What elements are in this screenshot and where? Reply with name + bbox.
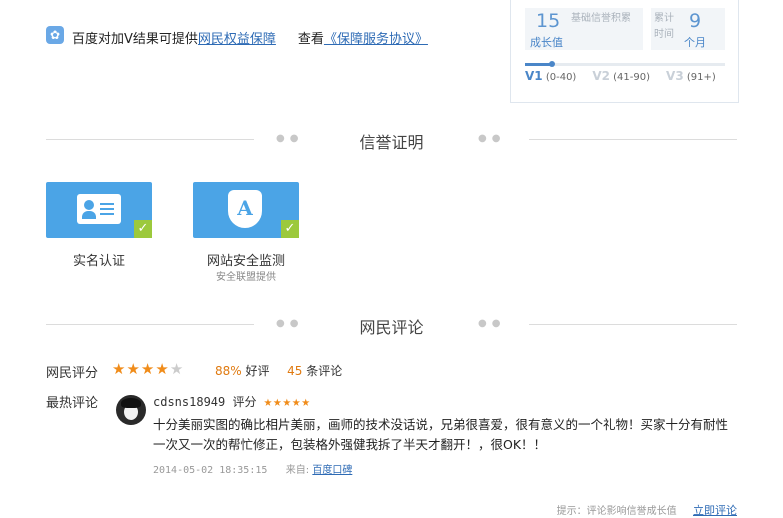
check-icon: ✓ — [134, 220, 152, 238]
growth-value-cell: 15 成长值 基础信誉积累 — [525, 8, 643, 50]
growth-progress-fill — [525, 63, 551, 66]
reviewer-name[interactable]: cdsns18949 — [153, 395, 225, 409]
source-link[interactable]: 百度口碑 — [312, 465, 352, 476]
credit-section-header: ●● 信誉证明 ●● — [46, 129, 737, 152]
growth-desc: 基础信誉积累 — [571, 13, 631, 24]
growth-value-label: 成长值 — [530, 36, 563, 49]
star-icon: ★ — [126, 360, 141, 378]
duration-label: 累计时间 — [654, 13, 674, 40]
growth-value: 15 — [536, 10, 561, 32]
id-card-icon — [77, 194, 121, 224]
star-icon: ★ — [140, 360, 156, 378]
level-range: (41-90) — [613, 72, 651, 83]
growth-panel: 15 成长值 基础信誉积累 累计时间 9 个月 V1 (0-40) V2 (41-… — [510, 0, 739, 103]
star-icon: ★ — [155, 360, 170, 378]
growth-progress-knob — [549, 61, 555, 67]
reviewer-line: cdsns18949 评分 ★★★★★ — [153, 393, 311, 410]
good-rate-label: 好评 — [245, 364, 270, 378]
review-meta: 2014-05-02 18:35:15 来自: 百度口碑 — [153, 461, 352, 476]
good-rate: 88% — [215, 364, 242, 378]
level-v2: V2 (41-90) — [592, 69, 650, 83]
user-rights-link[interactable]: 网民权益保障 — [198, 32, 276, 47]
dots-icon: ●● — [478, 133, 506, 144]
score-label: 评分 — [232, 395, 257, 409]
duration-cell: 累计时间 9 个月 — [651, 8, 725, 50]
id-card-head — [84, 200, 94, 210]
avatar-hair — [121, 398, 141, 408]
half-star-icon: ★ — [169, 360, 185, 378]
review-stars: ★★★★★ — [263, 394, 311, 410]
review-time: 2014-05-02 18:35:15 — [153, 465, 268, 476]
guarantee-notice: 百度对加V结果可提供网民权益保障 查看《保障服务协议》 — [72, 28, 428, 47]
view-label: 查看 — [297, 32, 324, 47]
growth-progress-bar — [525, 61, 725, 67]
level-range: (0-40) — [545, 72, 577, 83]
v2-badge-icon: V2 — [592, 69, 610, 83]
realname-cert-card[interactable]: ✓ — [46, 182, 152, 238]
divider-right — [529, 139, 737, 140]
review-count: 45 — [287, 364, 303, 378]
security-monitor-card[interactable]: A ✓ — [193, 182, 299, 238]
reviews-section-title: 网民评论 — [359, 318, 424, 337]
duration-unit: 个月 — [684, 36, 706, 49]
review-count-label: 条评论 — [306, 364, 343, 378]
source-label: 来自: — [285, 465, 310, 476]
id-card-line — [100, 208, 114, 210]
credit-section-title: 信誉证明 — [359, 133, 424, 152]
rating-summary: 88% 好评 45 条评论 — [215, 362, 342, 379]
id-card-line — [100, 203, 114, 205]
v3-badge-icon: V3 — [666, 69, 684, 83]
reviews-section-header: ●● 网民评论 ●● — [46, 314, 737, 337]
rating-stars: ★★★★★ — [112, 360, 184, 378]
divider-right — [529, 324, 737, 325]
check-icon: ✓ — [281, 220, 299, 238]
level-scale: V1 (0-40) V2 (41-90) V3 (91+) — [525, 69, 735, 83]
id-card-body — [82, 211, 96, 219]
notice-text: 百度对加V结果可提供 — [72, 32, 198, 47]
review-tip: 提示：评论影响信誉成长值 立即评论 — [557, 502, 737, 518]
service-agreement-link[interactable]: 《保障服务协议》 — [324, 32, 428, 47]
duration-months: 9 — [689, 10, 702, 32]
avatar[interactable] — [116, 395, 146, 425]
comment-now-link[interactable]: 立即评论 — [693, 504, 737, 517]
rating-label: 网民评分 — [46, 366, 99, 381]
tip-text: 提示：评论影响信誉成长值 — [556, 506, 677, 517]
dots-icon: ●● — [478, 318, 506, 329]
review-text: 十分美丽实图的确比相片美丽，画师的技术没话说，兄弟很喜爱，很有意义的一个礼物！买… — [153, 417, 729, 452]
level-v3: V3 (91+) — [666, 69, 716, 83]
realname-cert-label[interactable]: 实名认证 — [46, 250, 152, 269]
v1-badge-icon: V1 — [525, 69, 543, 83]
hot-review-label: 最热评论 — [46, 396, 99, 411]
security-monitor-provider: 安全联盟提供 — [216, 272, 276, 283]
level-range: (91+) — [686, 72, 716, 83]
id-card-line — [100, 213, 114, 215]
level-v1: V1 (0-40) — [525, 69, 576, 83]
shield-a-icon: A — [228, 190, 262, 228]
security-monitor-label[interactable]: 网站安全监测 — [183, 250, 309, 269]
star-icon: ★ — [112, 360, 127, 378]
paw-icon: ✿ — [46, 26, 64, 44]
